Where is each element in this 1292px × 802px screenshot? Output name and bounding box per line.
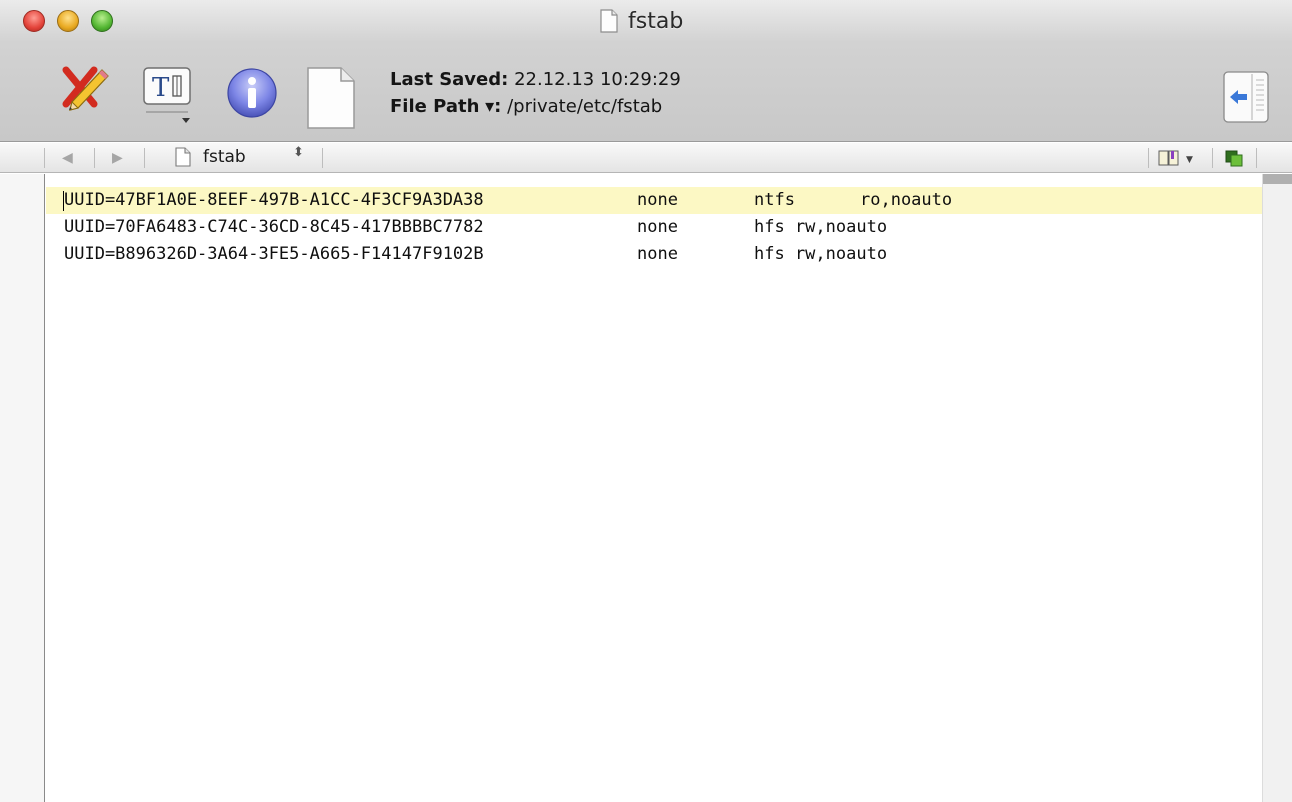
text-editor[interactable]: UUID=47BF1A0E-8EEF-497B-A1CC-4F3CF9A3DA3… <box>46 174 1262 802</box>
nav-divider <box>1212 148 1213 168</box>
code-line[interactable]: UUID=70FA6483-C74C-36CD-8C45-417BBBBC778… <box>46 214 1262 241</box>
nav-divider <box>1148 148 1149 168</box>
bookmark-dropdown-icon[interactable]: ▼ <box>1186 155 1193 165</box>
fstab-fs-type: ntfs <box>754 190 795 210</box>
counterpart-icon[interactable] <box>1224 149 1244 167</box>
stepper-icon[interactable]: ⬍ <box>293 146 304 159</box>
minimize-window-button[interactable] <box>57 10 79 32</box>
document-icon[interactable] <box>305 66 357 130</box>
forward-arrow-icon[interactable]: ▶ <box>112 147 123 169</box>
svg-text:T: T <box>152 73 170 103</box>
fstab-type-options: hfs rw,noauto <box>754 217 888 237</box>
document-info: Last Saved: 22.12.13 10:29:29 File Path … <box>390 66 681 120</box>
vertical-scrollbar[interactable] <box>1262 174 1292 802</box>
file-path-row: File Path ▾: /private/etc/fstab <box>390 93 681 120</box>
fstab-options: ro,noauto <box>860 190 953 210</box>
last-saved-row: Last Saved: 22.12.13 10:29:29 <box>390 66 681 93</box>
window-title: fstab <box>628 8 684 34</box>
last-saved-label: Last Saved: <box>390 69 509 90</box>
bookmark-icon[interactable] <box>1158 149 1180 167</box>
fstab-mount-point: none <box>637 244 678 264</box>
file-path-label[interactable]: File Path <box>390 96 479 117</box>
fstab-uuid: UUID=47BF1A0E-8EEF-497B-A1CC-4F3CF9A3DA3… <box>64 190 484 210</box>
zoom-window-button[interactable] <box>91 10 113 32</box>
close-window-button[interactable] <box>23 10 45 32</box>
file-path-dropdown-icon[interactable]: ▾ <box>485 96 494 117</box>
back-arrow-icon[interactable]: ◀ <box>62 147 73 169</box>
info-icon[interactable] <box>226 67 278 119</box>
text-editor-window: fstab T Last Saved: 22.12.13 10:29:29 Fi… <box>0 0 1292 802</box>
nav-divider <box>322 148 323 168</box>
document-proxy-icon[interactable] <box>600 9 618 33</box>
line-gutter <box>0 174 45 802</box>
title-bar: fstab <box>0 0 1292 40</box>
last-saved-value: 22.12.13 10:29:29 <box>514 69 681 90</box>
code-line[interactable]: UUID=B896326D-3A64-3FE5-A665-F14147F9102… <box>46 241 1262 268</box>
drawer-toggle-icon[interactable] <box>1222 70 1270 124</box>
file-name-label: fstab <box>203 147 246 167</box>
nav-divider <box>44 148 45 168</box>
fstab-mount-point: none <box>637 217 678 237</box>
window-chrome: fstab T Last Saved: 22.12.13 10:29:29 Fi… <box>0 0 1292 142</box>
file-path-colon: : <box>494 96 502 117</box>
navigation-bar: ◀ ▶ fstab ⬍ ▼ <box>0 143 1292 173</box>
fstab-mount-point: none <box>637 190 678 210</box>
nav-divider <box>144 148 145 168</box>
nav-divider <box>94 148 95 168</box>
file-popup-button[interactable]: fstab <box>175 147 246 167</box>
fstab-uuid: UUID=70FA6483-C74C-36CD-8C45-417BBBBC778… <box>64 217 484 237</box>
fstab-type-options: hfs rw,noauto <box>754 244 888 264</box>
file-path-value: /private/etc/fstab <box>507 96 663 117</box>
code-line[interactable]: UUID=47BF1A0E-8EEF-497B-A1CC-4F3CF9A3DA3… <box>46 187 1262 214</box>
scrollbar-top-cap <box>1263 174 1292 184</box>
pencil-icon[interactable] <box>58 62 114 122</box>
nav-divider <box>1256 148 1257 168</box>
text-style-icon[interactable]: T <box>142 64 198 126</box>
window-title-group: fstab <box>600 8 683 34</box>
file-icon <box>175 147 191 167</box>
fstab-uuid: UUID=B896326D-3A64-3FE5-A665-F14147F9102… <box>64 244 484 264</box>
